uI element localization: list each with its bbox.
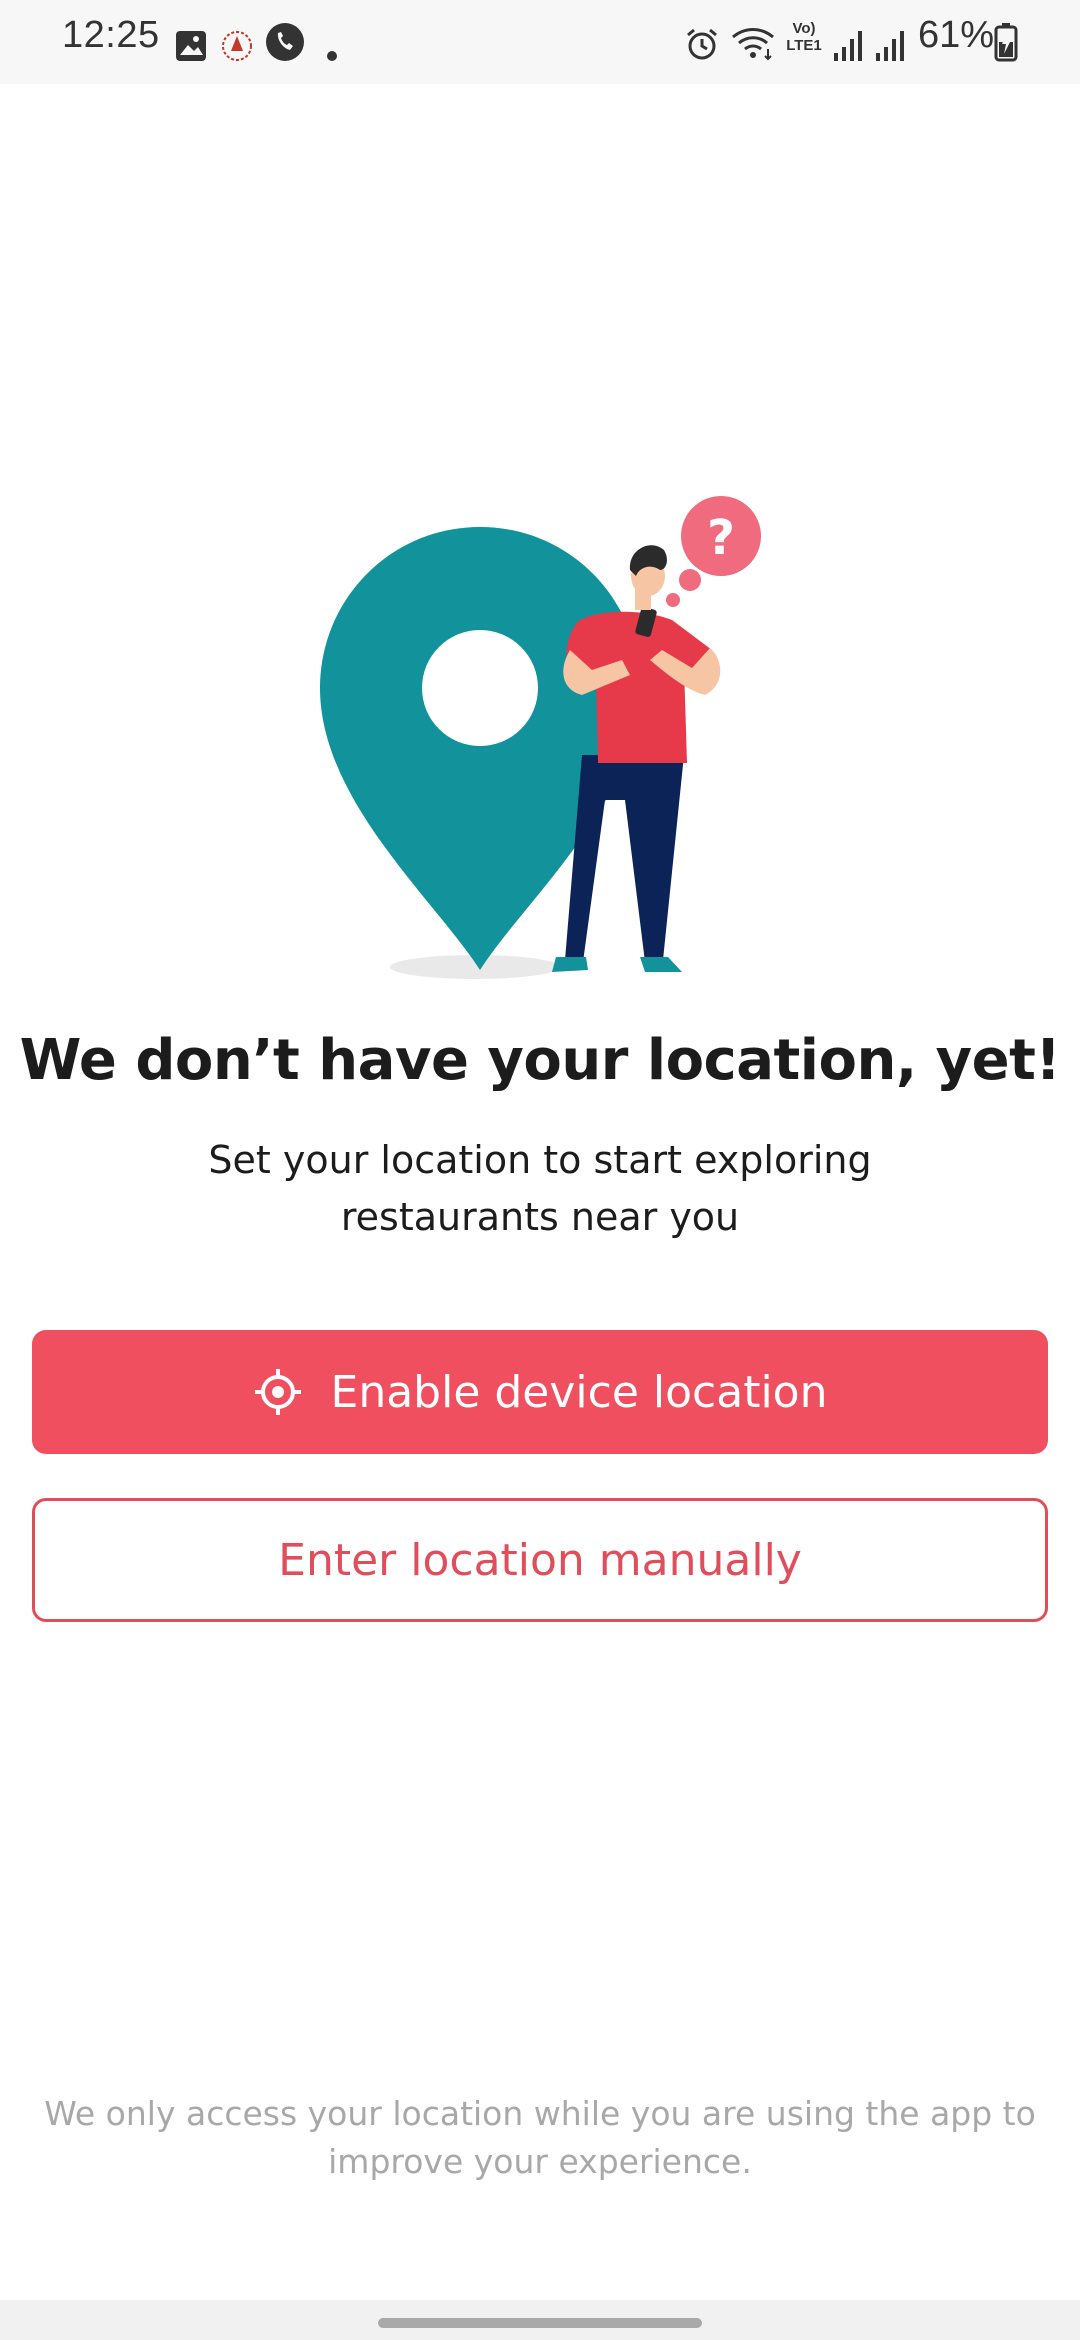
status-bar: 12:25 Vo) LTE1 61% bbox=[0, 0, 1080, 84]
location-pin-icon bbox=[320, 527, 640, 970]
wifi-icon bbox=[732, 28, 774, 61]
enable-device-location-button[interactable]: Enable device location bbox=[32, 1330, 1048, 1454]
signal-icon bbox=[834, 31, 862, 61]
battery-charging-icon bbox=[994, 23, 1018, 62]
question-mark: ? bbox=[707, 510, 735, 566]
enable-device-location-label: Enable device location bbox=[330, 1366, 828, 1418]
battery-percent: 61% bbox=[918, 14, 995, 56]
location-illustration: ? bbox=[320, 496, 761, 979]
signal-icon bbox=[876, 31, 904, 61]
locate-target-icon bbox=[254, 1369, 301, 1415]
system-navigation-bar bbox=[0, 2300, 1080, 2340]
home-indicator[interactable] bbox=[378, 2318, 702, 2328]
pin-hole bbox=[422, 630, 538, 746]
thought-bubble-medium bbox=[679, 569, 701, 591]
volte-bottom-label: LTE1 bbox=[786, 37, 822, 54]
dot-icon bbox=[327, 51, 337, 61]
app-notification-icon bbox=[222, 31, 252, 61]
volte-icon: Vo) LTE1 bbox=[784, 20, 824, 54]
page-subtitle: Set your location to start exploring res… bbox=[208, 1138, 872, 1239]
page-title: We don’t have your location, yet! bbox=[19, 1028, 1061, 1093]
gallery-icon bbox=[176, 31, 206, 61]
volte-top-label: Vo) bbox=[792, 20, 816, 37]
phone-call-icon bbox=[266, 23, 304, 61]
status-time: 12:25 bbox=[62, 14, 160, 56]
alarm-icon bbox=[687, 28, 717, 60]
enter-location-manually-button[interactable]: Enter location manually bbox=[32, 1498, 1048, 1622]
privacy-note: We only access your location while you a… bbox=[44, 2094, 1036, 2181]
thought-bubble-small bbox=[666, 593, 680, 607]
enter-location-manually-label: Enter location manually bbox=[278, 1534, 802, 1586]
